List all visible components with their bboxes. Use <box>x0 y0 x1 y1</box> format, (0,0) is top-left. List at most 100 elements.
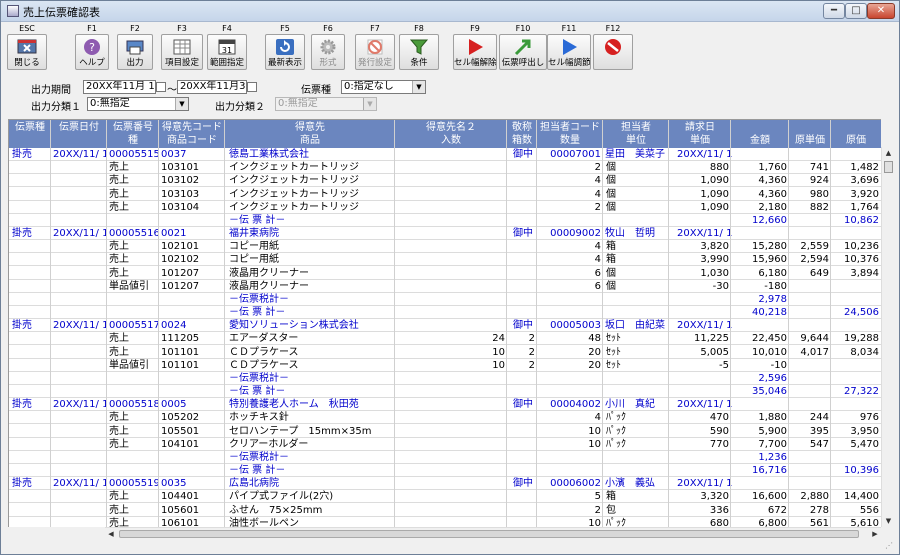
maximize-button[interactable]: □ <box>845 3 867 19</box>
table-row[interactable]: －伝票税計－ 2,596 <box>9 372 881 385</box>
toolbar-button-esc[interactable]: ESC 閉じる <box>7 24 47 70</box>
table-row[interactable]: 売上 103103 インクジェットカートリッジ 4 個 1,090 4,360 980 3,92… <box>9 188 881 201</box>
column-subheader-9[interactable]: 単価 <box>669 134 731 147</box>
toolbar-button-f12[interactable]: F12 <box>593 24 633 70</box>
amount-cell: -180 <box>764 280 787 292</box>
table-row[interactable]: 売上 105202 ホッチキス針 4 ﾊﾟｯｸ 470 1,880 244 976 <box>9 411 881 425</box>
table-row[interactable]: 売上 103102 インクジェットカートリッジ 4 個 1,090 4,360 924 3,69… <box>9 174 881 188</box>
toolbar-button-f11[interactable]: F11 セル幅調節 <box>547 24 591 70</box>
columns-icon <box>172 38 192 56</box>
toolbar-button-f3[interactable]: F3 項目設定 <box>161 24 203 70</box>
scroll-right-icon[interactable]: ▶ <box>869 528 881 540</box>
cost-cell: 8,034 <box>850 346 879 358</box>
toolbar-button-f4[interactable]: F4 31 範囲指定 <box>207 24 247 70</box>
column-header-4[interactable]: 得意先 <box>225 121 395 134</box>
table-row[interactable]: －伝 票 計－ 16,716 10,396 <box>9 464 881 478</box>
cost-cell: 3,696 <box>850 175 879 187</box>
column-subheader-12[interactable]: 原価 <box>831 134 881 147</box>
vertical-scrollbar[interactable]: ▲ ▼ <box>881 147 894 527</box>
column-subheader-6[interactable]: 箱数 <box>507 134 537 147</box>
table-row[interactable]: 掛売 20XX/11/ 1 00005516 0021 福井東病院 御中 00009002 牧… <box>9 227 881 241</box>
filter-panel: 出力期間 20XX年11月 1日 ～ 20XX年11月30日 伝票種 0:指定な… <box>1 73 899 117</box>
chevron-down-icon[interactable]: ▼ <box>412 81 425 93</box>
column-subheader-7[interactable]: 数量 <box>537 134 603 147</box>
slip-type-select[interactable]: 0:指定なし ▼ <box>341 80 426 94</box>
scroll-left-icon[interactable]: ◀ <box>105 528 117 540</box>
table-row[interactable]: 売上 101207 液晶用クリーナー 6 個 1,030 6,180 649 3,894 <box>9 267 881 280</box>
table-row[interactable]: 売上 105501 セロハンテープ 15mm×35m 10 ﾊﾟｯｸ 590 5,900 39… <box>9 425 881 438</box>
toolbar-button-f2[interactable]: F2 出力 <box>117 24 153 70</box>
table-row[interactable]: －伝 票 計－ 35,046 27,322 <box>9 385 881 399</box>
calendar-from-icon[interactable] <box>156 82 166 92</box>
column-subheader-3[interactable]: 商品コード <box>159 134 225 147</box>
table-row[interactable]: 掛売 20XX/11/ 1 00005519 0035 広島北病院 御中 00006002 小… <box>9 477 881 491</box>
product-name-cell: 油性ボールペン <box>229 517 299 527</box>
toolbar-button-f10[interactable]: F10 伝票呼出し <box>499 24 547 70</box>
cost-cell: 5,610 <box>850 517 879 527</box>
column-header-0[interactable]: 伝票種 <box>9 121 51 134</box>
unit-cost-cell: 2,594 <box>800 254 829 266</box>
product-code-cell: 101101 <box>161 359 200 371</box>
class2-select: 0:無指定 ▼ <box>275 97 377 111</box>
column-header-8[interactable]: 担当者 <box>603 121 669 134</box>
table-row[interactable]: 単品値引 101101 ＣＤプラケース 10 2 20 ｾｯﾄ -5 -10 <box>9 359 881 372</box>
total-label-cell: －伝 票 計－ <box>229 386 286 398</box>
column-subheader-10[interactable]: 金額 <box>731 134 789 147</box>
table-row[interactable]: 売上 103104 インクジェットカートリッジ 2 個 1,090 2,180 882 1,76… <box>9 201 881 214</box>
horizontal-scrollbar[interactable]: ◀ ▶ <box>105 527 881 539</box>
unit-cell: ｾｯﾄ <box>606 346 621 358</box>
table-row[interactable]: 売上 101101 ＣＤプラケース 10 2 20 ｾｯﾄ 5,005 10,010 4,017 8… <box>9 346 881 359</box>
scroll-thumb[interactable] <box>884 161 893 173</box>
toolbar-button-f1[interactable]: F1? ヘルプ <box>75 24 109 70</box>
column-header-6[interactable]: 敬称 <box>507 121 537 134</box>
column-subheader-5[interactable]: 入数 <box>395 134 507 147</box>
table-row[interactable]: 売上 102102 コピー用紙 4 箱 3,990 15,960 2,594 10,376 <box>9 253 881 267</box>
unit-price-cell: 470 <box>709 412 729 424</box>
table-row[interactable]: 売上 104401 パイプ式ファイル(2穴) 5 箱 3,320 16,600 2,880 14… <box>9 490 881 504</box>
column-header-3[interactable]: 得意先コード <box>159 121 225 134</box>
column-header-1[interactable]: 伝票日付 <box>51 121 107 134</box>
table-row[interactable]: －伝票税計－ 1,236 <box>9 451 881 464</box>
period-from-field[interactable]: 20XX年11月 1日 <box>83 80 156 94</box>
table-row[interactable]: 掛売 20XX/11/ 1 00005518 0005 特別養護老人ホーム 秋田苑 御中 0… <box>9 398 881 412</box>
scroll-up-icon[interactable]: ▲ <box>882 147 895 159</box>
table-row[interactable]: 掛売 20XX/11/ 1 00005515 0037 徳島工業株式会社 御中 000070… <box>9 148 881 161</box>
cost-cell: 3,894 <box>850 267 879 279</box>
table-row[interactable]: 売上 103101 インクジェットカートリッジ 2 個 880 1,760 741 1,482 <box>9 161 881 175</box>
table-row[interactable]: 売上 104101 クリアーホルダー 10 ﾊﾟｯｸ 770 7,700 547 5,470 <box>9 438 881 451</box>
table-row[interactable]: 単品値引 101207 液晶用クリーナー 6 個 -30 -180 <box>9 280 881 293</box>
column-subheader-4[interactable]: 商品 <box>225 134 395 147</box>
table-row[interactable]: －伝 票 計－ 12,660 10,862 <box>9 214 881 227</box>
table-row[interactable]: 売上 106101 油性ボールペン 10 ﾊﾟｯｸ 680 6,800 561 5,610 <box>9 517 881 527</box>
resize-grip-icon[interactable]: ⋰ <box>885 541 897 553</box>
period-to-field[interactable]: 20XX年11月30日 <box>177 80 247 94</box>
column-divider <box>788 120 789 527</box>
table-row[interactable]: －伝票税計－ 2,978 <box>9 293 881 306</box>
hscroll-thumb[interactable] <box>119 530 859 538</box>
class1-select[interactable]: 0:無指定 ▼ <box>87 97 189 111</box>
toolbar-button-f9[interactable]: F9 セル幅解除 <box>453 24 497 70</box>
column-subheader-8[interactable]: 単位 <box>603 134 669 147</box>
button-face: 最新表示 <box>265 34 305 70</box>
column-subheader-11[interactable]: 原単価 <box>789 134 831 147</box>
unit-cell: 箱 <box>606 254 616 266</box>
scroll-down-icon[interactable]: ▼ <box>882 515 895 527</box>
column-header-5[interactable]: 得意先名２ <box>395 121 507 134</box>
table-row[interactable]: －伝 票 計－ 40,218 24,506 <box>9 306 881 320</box>
table-row[interactable]: 売上 102101 コピー用紙 4 箱 3,820 15,280 2,559 10,236 <box>9 240 881 254</box>
table-row[interactable]: 売上 111205 エアーダスター 24 2 48 ｾｯﾄ 11,225 22,450 9,644… <box>9 332 881 346</box>
table-row[interactable]: 掛売 20XX/11/ 1 00005517 0024 愛知ソリューション株式会社 御中 0… <box>9 319 881 333</box>
toolbar-button-f8[interactable]: F8 条件 <box>399 24 439 70</box>
calendar-to-icon[interactable] <box>247 82 257 92</box>
chevron-down-icon[interactable]: ▼ <box>175 98 188 110</box>
toolbar-button-f5[interactable]: F5 最新表示 <box>265 24 305 70</box>
column-subheader-2[interactable]: 種 <box>107 134 159 147</box>
table-row[interactable]: 売上 105601 ふせん 75×25mm 2 包 336 672 278 556 <box>9 504 881 517</box>
staff-name-cell: 坂口 由紀菜 <box>605 320 665 332</box>
column-header-9[interactable]: 請求日 <box>669 121 731 134</box>
column-header-7[interactable]: 担当者コード <box>537 121 603 134</box>
minimize-button[interactable]: ━ <box>823 3 845 19</box>
column-header-2[interactable]: 伝票番号 <box>107 121 159 134</box>
close-button[interactable]: ✕ <box>867 3 895 19</box>
slip-grid[interactable]: 伝票種 伝票日付 伝票番号種得意先コード 商品コード 得意先 商品 得意先名２ 入数 敬称 箱数担… <box>8 119 881 527</box>
